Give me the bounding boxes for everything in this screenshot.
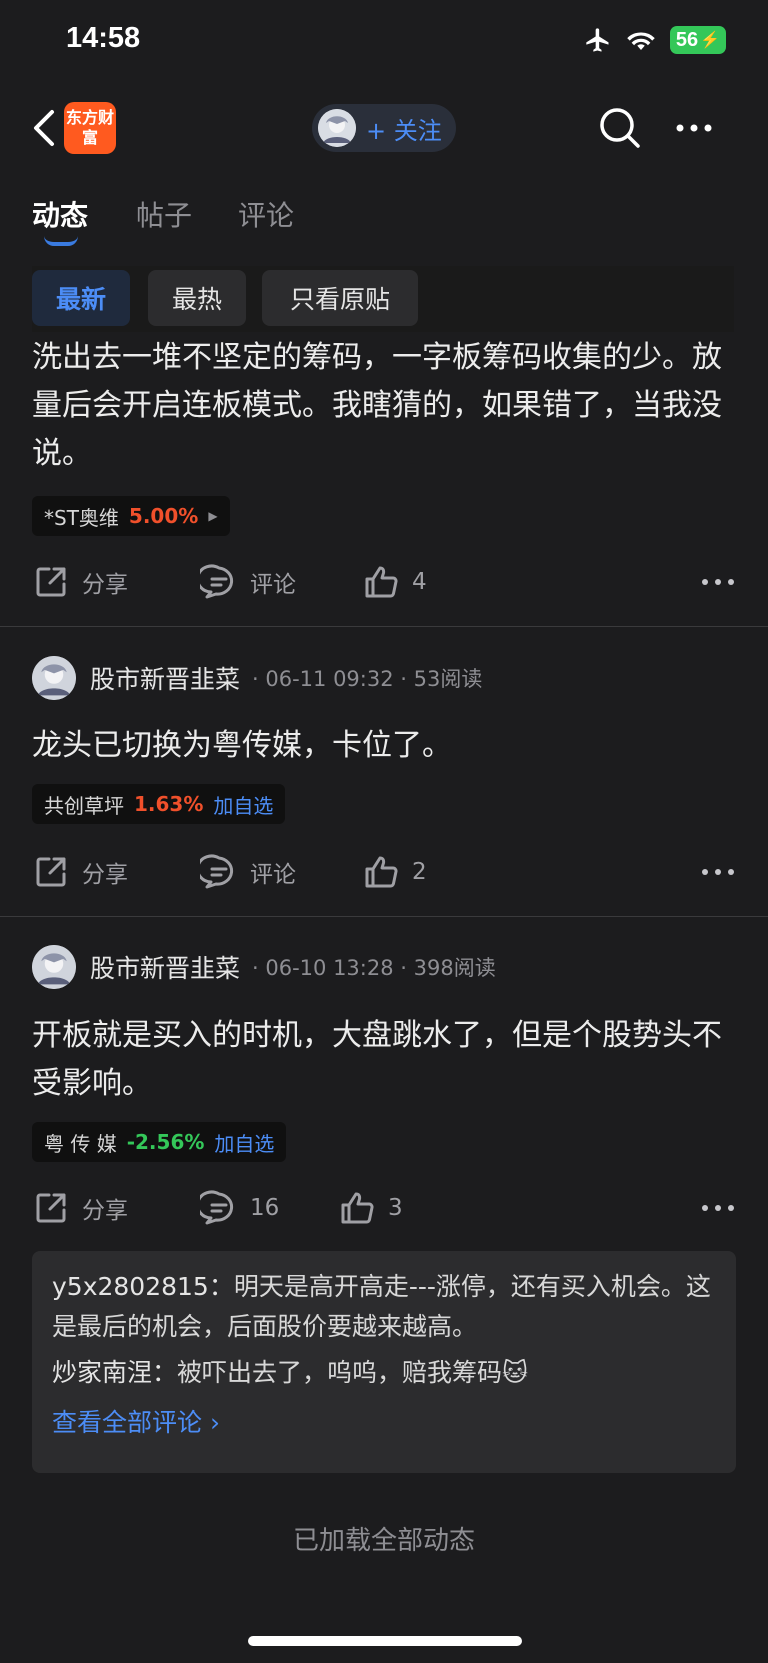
comment-button[interactable]: 评论 bbox=[200, 850, 296, 894]
follow-label: + 关注 bbox=[366, 116, 442, 145]
stock-change: -2.56% bbox=[126, 1130, 205, 1154]
comment-item[interactable]: 炒家南涅：被吓出去了，呜呜，赔我筹码🐱 bbox=[52, 1353, 716, 1393]
status-bar: 14:58 56 ⚡ bbox=[0, 0, 768, 84]
tab-posts[interactable]: 帖子 bbox=[136, 194, 192, 234]
share-label: 分享 bbox=[82, 1198, 128, 1224]
like-count: 2 bbox=[412, 859, 427, 885]
comment-preview-box: y5x2802815：明天是高开高走---涨停，还有买入机会。这是最后的机会，后… bbox=[32, 1251, 736, 1473]
share-icon bbox=[36, 857, 66, 887]
filter-original-only[interactable]: 只看原贴 bbox=[262, 270, 418, 326]
more-options-icon[interactable] bbox=[700, 858, 736, 886]
more-options-icon[interactable] bbox=[700, 568, 736, 596]
like-button[interactable]: 4 bbox=[362, 560, 427, 604]
tab-comments[interactable]: 评论 bbox=[238, 194, 294, 234]
comment-button[interactable]: 16 bbox=[200, 1186, 279, 1230]
status-time: 14:58 bbox=[66, 22, 141, 54]
back-icon[interactable] bbox=[26, 106, 66, 150]
post-actions: 分享 评论 4 bbox=[32, 560, 736, 604]
divider bbox=[0, 626, 768, 627]
top-nav: 东方财富 + 关注 bbox=[0, 84, 768, 170]
author-avatar[interactable] bbox=[32, 945, 76, 989]
comment-button[interactable]: 评论 bbox=[200, 560, 296, 604]
stock-name: 共创草坪 bbox=[44, 793, 124, 818]
comment-text: 被吓出去了，呜呜，赔我筹码🐱 bbox=[177, 1358, 529, 1387]
add-watchlist-button[interactable]: 加自选 bbox=[214, 1128, 274, 1157]
status-icons: 56 ⚡ bbox=[584, 26, 726, 54]
add-watchlist-button[interactable]: 加自选 bbox=[213, 790, 273, 819]
tab-dynamics[interactable]: 动态 bbox=[32, 194, 88, 234]
stock-change: 5.00% bbox=[128, 504, 199, 528]
author-avatar[interactable] bbox=[32, 656, 76, 700]
charging-icon: ⚡ bbox=[700, 32, 720, 49]
tab-bar: 动态 帖子 评论 bbox=[0, 170, 768, 250]
stock-tag[interactable]: 粤 传 媒 -2.56% 加自选 bbox=[32, 1122, 287, 1162]
stock-name: 粤 传 媒 bbox=[44, 1131, 117, 1156]
post-meta: · 06-11 09:32 · 53阅读 bbox=[252, 667, 483, 691]
stock-tag[interactable]: 共创草坪 1.63% 加自选 bbox=[32, 784, 286, 824]
post-text[interactable]: 洗出去一堆不坚定的筹码，一字板筹码收集的少。放量后会开启连板模式。我瞎猜的，如果… bbox=[32, 334, 736, 478]
comment-icon bbox=[200, 854, 234, 889]
comment-label: 评论 bbox=[250, 862, 296, 888]
home-indicator[interactable] bbox=[248, 1636, 522, 1646]
share-icon bbox=[36, 1193, 66, 1223]
stock-name: *ST奥维 bbox=[44, 505, 119, 530]
post-actions: 分享 评论 2 bbox=[32, 850, 736, 894]
share-button[interactable]: 分享 bbox=[32, 850, 128, 894]
author-name[interactable]: 股市新晋韭菜 bbox=[90, 949, 240, 985]
post-author-row[interactable]: 股市新晋韭菜 · 06-11 09:32 · 53阅读 bbox=[32, 654, 482, 702]
wifi-icon bbox=[627, 32, 655, 50]
filter-hot[interactable]: 最热 bbox=[148, 270, 246, 326]
post-meta: · 06-10 13:28 · 398阅读 bbox=[252, 956, 496, 980]
comment-user[interactable]: y5x2802815： bbox=[52, 1272, 234, 1301]
share-button[interactable]: 分享 bbox=[32, 1186, 128, 1230]
app-logo: 东方财富 bbox=[64, 102, 116, 154]
see-all-comments-link[interactable]: 查看全部评论 › bbox=[52, 1403, 716, 1439]
thumbs-up-icon bbox=[365, 856, 398, 888]
caret-right-icon: ▶ bbox=[208, 509, 218, 523]
app-logo-text: 东方财富 bbox=[65, 108, 114, 147]
follow-button[interactable]: + 关注 bbox=[312, 104, 456, 152]
user-avatar bbox=[318, 109, 356, 147]
active-tab-indicator bbox=[44, 236, 78, 246]
comment-count: 16 bbox=[250, 1195, 280, 1221]
comment-icon bbox=[200, 1190, 234, 1225]
share-label: 分享 bbox=[82, 862, 128, 888]
battery-level: 56 bbox=[675, 28, 699, 51]
stock-tag[interactable]: *ST奥维 5.00% ▶ bbox=[32, 496, 230, 536]
divider bbox=[0, 916, 768, 917]
share-label: 分享 bbox=[82, 572, 128, 598]
airplane-icon bbox=[586, 28, 609, 52]
post-author-row[interactable]: 股市新晋韭菜 · 06-10 13:28 · 398阅读 bbox=[32, 943, 496, 991]
post-text[interactable]: 开板就是买入的时机，大盘跳水了，但是个股势头不受影响。 bbox=[32, 1012, 736, 1108]
like-count: 3 bbox=[388, 1195, 403, 1221]
comment-label: 评论 bbox=[250, 572, 296, 598]
like-count: 4 bbox=[412, 569, 427, 595]
battery-indicator: 56 ⚡ bbox=[669, 26, 726, 54]
thumbs-up-icon bbox=[341, 1192, 374, 1224]
comment-user[interactable]: 炒家南涅： bbox=[52, 1358, 177, 1387]
share-button[interactable]: 分享 bbox=[32, 560, 128, 604]
author-name[interactable]: 股市新晋韭菜 bbox=[90, 660, 240, 696]
post-actions: 分享 16 3 bbox=[32, 1186, 736, 1230]
more-icon[interactable] bbox=[670, 108, 718, 148]
search-icon[interactable] bbox=[596, 104, 644, 152]
like-button[interactable]: 3 bbox=[338, 1186, 403, 1230]
thumbs-up-icon bbox=[365, 566, 398, 598]
stock-change: 1.63% bbox=[134, 792, 204, 816]
like-button[interactable]: 2 bbox=[362, 850, 427, 894]
all-loaded-label: 已加载全部动态 bbox=[292, 1526, 475, 1556]
comment-icon bbox=[200, 564, 234, 599]
filter-bar: 最新 最热 只看原贴 bbox=[32, 266, 734, 332]
post-text[interactable]: 龙头已切换为粤传媒，卡位了。 bbox=[32, 722, 736, 770]
filter-latest[interactable]: 最新 bbox=[32, 270, 130, 326]
more-options-icon[interactable] bbox=[700, 1194, 736, 1222]
share-icon bbox=[36, 567, 66, 597]
comment-item[interactable]: y5x2802815：明天是高开高走---涨停，还有买入机会。这是最后的机会，后… bbox=[52, 1267, 716, 1347]
